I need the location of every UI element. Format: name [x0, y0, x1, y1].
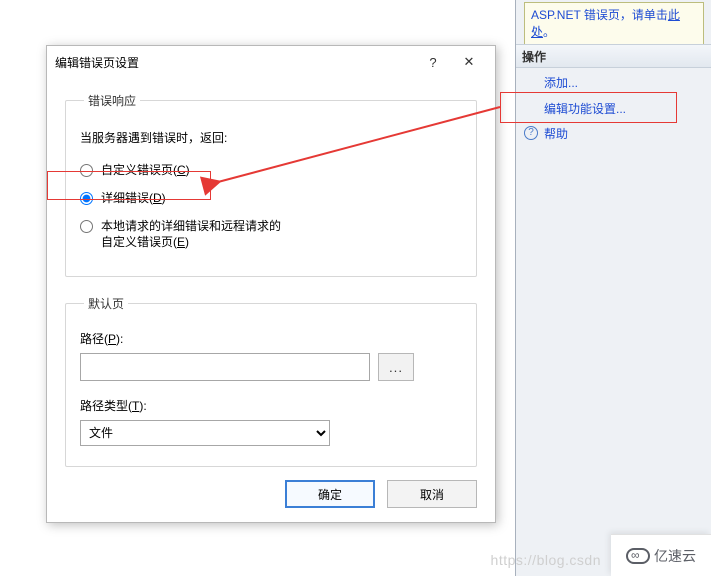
info-text-suffix: 。 [543, 25, 555, 39]
error-response-legend: 错误响应 [84, 92, 140, 109]
dialog-help-button[interactable]: ? [415, 48, 451, 76]
cancel-button[interactable]: 取消 [387, 480, 477, 508]
yisu-logo-text: 亿速云 [654, 546, 696, 566]
path-label: 路径(P): [80, 330, 462, 347]
radio-local-detailed-remote-custom[interactable] [80, 220, 93, 233]
action-add[interactable]: 添加... [516, 72, 711, 94]
csdn-watermark: https://blog.csdn [491, 552, 601, 568]
cloud-icon [626, 548, 650, 564]
dialog-close-button[interactable]: ✕ [451, 48, 487, 76]
radio-custom-error-page[interactable] [80, 164, 93, 177]
action-help[interactable]: ? 帮助 [516, 123, 711, 145]
yisu-logo-box: 亿速云 [611, 534, 711, 576]
actions-sidebar: ASP.NET 错误页，请单击此处。 操作 添加... 编辑功能设置... ? … [515, 0, 711, 576]
aspnet-info-box: ASP.NET 错误页，请单击此处。 [524, 2, 704, 48]
action-edit-label: 编辑功能设置... [544, 102, 626, 116]
radio-detailed-label[interactable]: 详细错误(D) [101, 190, 166, 206]
info-text-prefix: ASP.NET 错误页，请单击 [531, 8, 668, 22]
radio-local-detailed-label[interactable]: 本地请求的详细错误和远程请求的 自定义错误页(E) [101, 218, 281, 250]
radio-row-local-detailed: 本地请求的详细错误和远程请求的 自定义错误页(E) [80, 212, 462, 256]
action-edit-feature-settings[interactable]: 编辑功能设置... [516, 98, 711, 120]
action-help-label: 帮助 [544, 127, 568, 141]
path-type-label: 路径类型(T): [80, 397, 462, 414]
dialog-title: 编辑错误页设置 [55, 54, 415, 71]
radio-row-custom: 自定义错误页(C) [80, 156, 462, 184]
ok-button[interactable]: 确定 [285, 480, 375, 508]
close-icon: ✕ [464, 54, 475, 70]
ellipsis-icon: ... [389, 360, 403, 375]
response-description: 当服务器遇到错误时，返回: [80, 129, 462, 146]
radio-detailed-errors[interactable] [80, 192, 93, 205]
error-response-group: 错误响应 当服务器遇到错误时，返回: 自定义错误页(C) 详细错误(D) 本地请… [65, 92, 477, 277]
dialog-titlebar: 编辑错误页设置 ? ✕ [47, 46, 495, 78]
path-input[interactable] [80, 353, 370, 381]
edit-error-pages-settings-dialog: 编辑错误页设置 ? ✕ 错误响应 当服务器遇到错误时，返回: 自定义错误页(C)… [46, 45, 496, 523]
path-type-select[interactable]: 文件 [80, 420, 330, 446]
path-row: ... [80, 353, 462, 381]
help-question-icon: ? [429, 55, 436, 70]
dialog-body: 错误响应 当服务器遇到错误时，返回: 自定义错误页(C) 详细错误(D) 本地请… [47, 78, 495, 467]
action-add-label: 添加... [544, 76, 578, 90]
radio-custom-label[interactable]: 自定义错误页(C) [101, 162, 190, 178]
default-page-group: 默认页 路径(P): ... 路径类型(T): 文件 [65, 295, 477, 467]
default-page-legend: 默认页 [84, 295, 128, 312]
help-icon: ? [524, 126, 538, 140]
browse-path-button[interactable]: ... [378, 353, 414, 381]
dialog-button-row: 确定 取消 [285, 480, 477, 508]
operations-header: 操作 [516, 44, 711, 68]
radio-row-detailed: 详细错误(D) [80, 184, 462, 212]
